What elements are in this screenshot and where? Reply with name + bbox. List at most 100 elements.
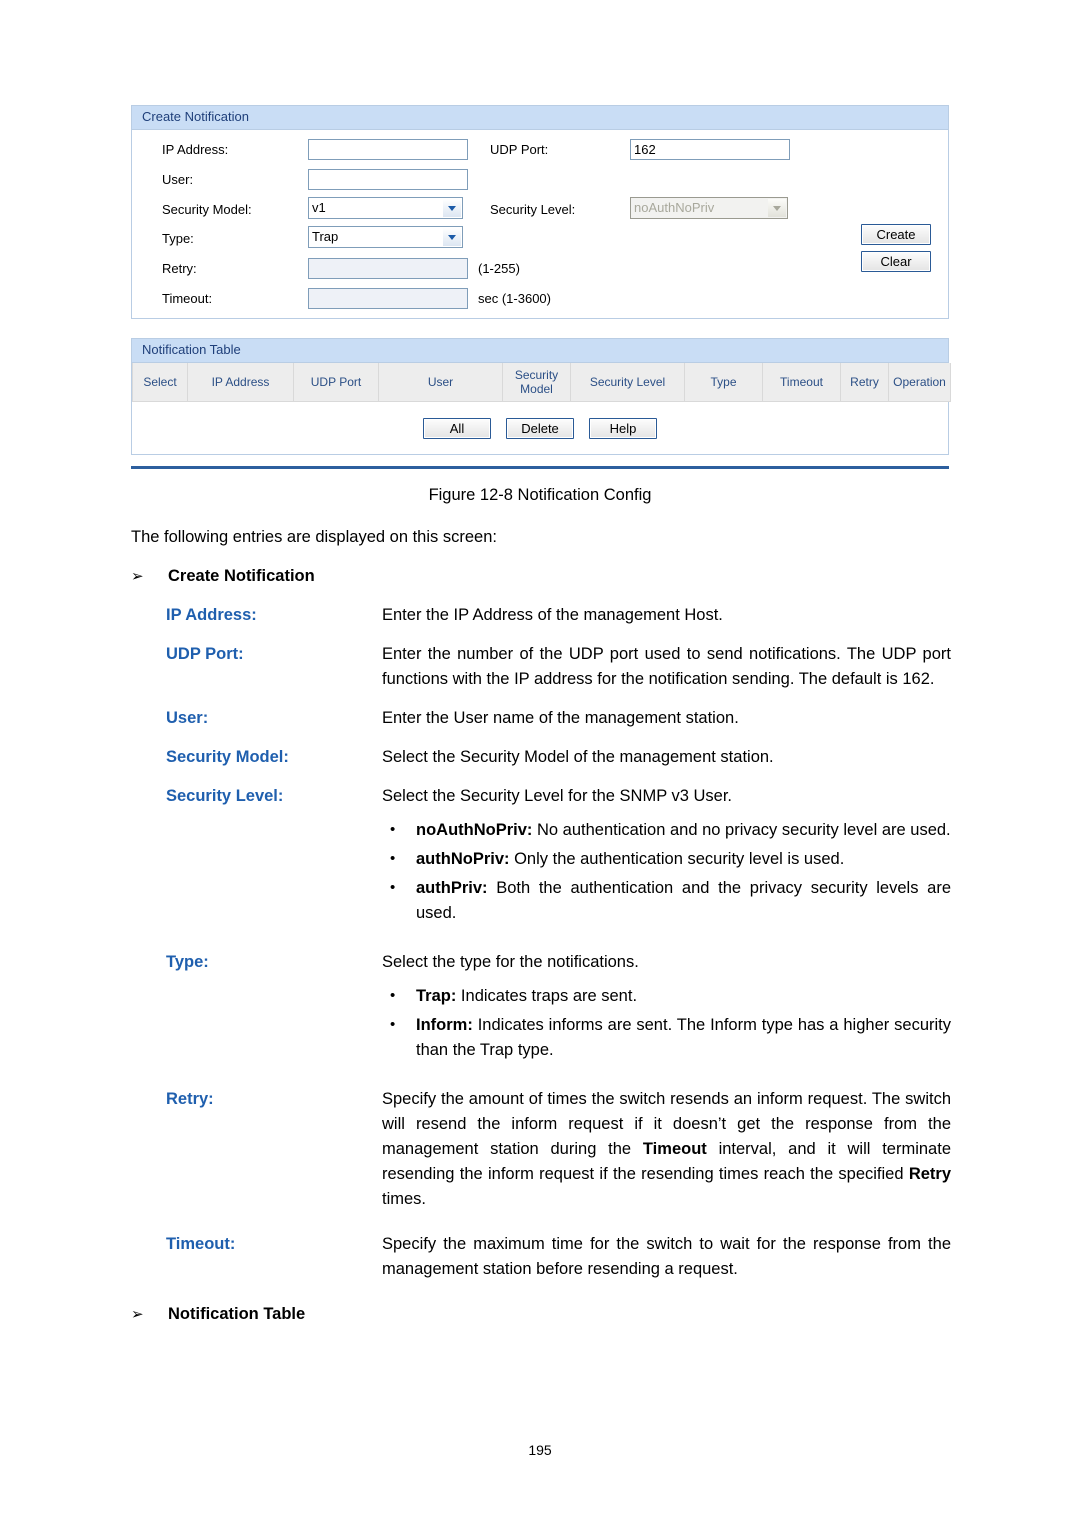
entry-term: Retry:: [166, 1090, 214, 1108]
entry-term: UDP Port:: [166, 645, 244, 663]
list-item: Inform: Indicates informs are sent. The …: [382, 1012, 951, 1063]
entry-description-text: Specify the amount of times the switch r…: [382, 1087, 951, 1212]
entry-description: Specify the maximum time for the switch …: [382, 1232, 951, 1282]
udp-port-label: UDP Port:: [490, 141, 549, 157]
entry-description: Select the Security Model of the managem…: [382, 745, 951, 770]
col-retry: Retry: [840, 363, 889, 402]
security-model-select[interactable]: v1: [308, 197, 463, 219]
bullet-term: authNoPriv:: [416, 850, 510, 868]
ip-address-label: IP Address:: [162, 141, 229, 157]
entry-term: Security Level:: [166, 787, 284, 805]
entry-term: IP Address:: [166, 606, 257, 624]
entry-description: Select the type for the notifications. T…: [382, 950, 951, 1067]
timeout-input-wrap: [308, 287, 468, 309]
entry-ip-address: IP Address: Enter the IP Address of the …: [131, 603, 951, 628]
col-select: Select: [132, 363, 188, 402]
security-level-selected-value: noAuthNoPriv: [634, 200, 715, 215]
entry-udp-port: UDP Port: Enter the number of the UDP po…: [131, 642, 951, 692]
ip-address-input[interactable]: [308, 138, 468, 160]
col-operation: Operation: [888, 363, 951, 402]
entry-retry: Retry: Specify the amount of times the s…: [131, 1087, 951, 1212]
ip-address-input-wrap: [308, 138, 468, 160]
type-select[interactable]: Trap: [308, 226, 463, 248]
udp-port-input-wrap: [630, 138, 790, 160]
retry-input-wrap: [308, 257, 468, 279]
udp-port-input[interactable]: [630, 138, 790, 160]
entry-description-text: Enter the User name of the management st…: [382, 709, 739, 727]
create-button[interactable]: Create: [861, 224, 931, 245]
type-select-wrap: Trap: [308, 226, 463, 248]
entry-security-model: Security Model: Select the Security Mode…: [131, 745, 951, 770]
bullet-text: Indicates traps are sent.: [456, 987, 638, 1005]
bullet-term: noAuthNoPriv:: [416, 821, 533, 839]
retry-input[interactable]: [308, 257, 468, 279]
all-button[interactable]: All: [423, 417, 491, 439]
entry-term: User:: [166, 709, 209, 727]
list-item: authPriv: Both the authentication and th…: [382, 875, 951, 926]
table-action-buttons: All Delete Help: [132, 402, 948, 454]
entry-description: Select the Security Level for the SNMP v…: [382, 784, 951, 930]
bullet-term: Trap:: [416, 987, 457, 1005]
timeout-range-hint: sec (1-3600): [478, 290, 551, 306]
notification-table-header-row: Select IP Address UDP Port User Security…: [132, 363, 951, 402]
entry-timeout: Timeout: Specify the maximum time for th…: [131, 1232, 951, 1282]
security-level-label: Security Level:: [490, 201, 576, 217]
page-number: 195: [528, 1442, 552, 1458]
col-security-model: Security Model: [502, 363, 571, 402]
col-user: User: [378, 363, 503, 402]
entry-description-text: Enter the number of the UDP port used to…: [382, 645, 951, 688]
entry-term: Type:: [166, 953, 209, 971]
type-selected-value: Trap: [312, 229, 339, 244]
entry-description: Specify the amount of times the switch r…: [382, 1087, 951, 1212]
section-heading-create-notification: ➢ Create Notification: [131, 564, 951, 589]
user-input[interactable]: [308, 168, 468, 190]
retry-desc-bold1: Timeout: [642, 1140, 707, 1158]
bullet-text: Both the authentication and the privacy …: [416, 879, 951, 922]
type-row: Type:: [162, 227, 194, 249]
section-heading-label: Notification Table: [168, 1305, 306, 1323]
col-timeout: Timeout: [762, 363, 841, 402]
bullet-term: authPriv:: [416, 879, 488, 897]
security-model-selected-value: v1: [312, 200, 326, 215]
col-type: Type: [684, 363, 763, 402]
security-level-bullet-list: noAuthNoPriv: No authentication and no p…: [382, 817, 951, 926]
col-security-level: Security Level: [570, 363, 685, 402]
entry-description: Enter the IP Address of the management H…: [382, 603, 951, 628]
security-level-select-wrap: noAuthNoPriv: [630, 197, 788, 219]
chevron-down-icon[interactable]: [443, 199, 461, 217]
chevron-down-icon[interactable]: [768, 199, 786, 217]
notification-table-panel-title: Notification Table: [132, 339, 948, 363]
list-item: Trap: Indicates traps are sent.: [382, 983, 951, 1009]
create-notification-form: IP Address: UDP Port: User: Security Mod…: [132, 130, 948, 318]
delete-button[interactable]: Delete: [506, 417, 574, 439]
entry-description-text: Select the Security Model of the managem…: [382, 748, 774, 766]
security-model-select-wrap: v1: [308, 197, 463, 219]
section-heading-label: Create Notification: [168, 567, 315, 585]
arrow-bullet-icon: ➢: [131, 1306, 144, 1323]
timeout-label: Timeout:: [162, 290, 213, 306]
document-body: The following entries are displayed on t…: [131, 525, 951, 1337]
entry-description-text: Select the Security Level for the SNMP v…: [382, 787, 733, 805]
bullet-text: Only the authentication security level i…: [509, 850, 845, 868]
security-level-select[interactable]: noAuthNoPriv: [630, 197, 788, 219]
retry-range-hint: (1-255): [478, 260, 520, 276]
bullet-text: No authentication and no privacy securit…: [532, 821, 951, 839]
udp-port-row: UDP Port:: [490, 138, 548, 160]
entry-user: User: Enter the User name of the managem…: [131, 706, 951, 731]
clear-button[interactable]: Clear: [861, 251, 931, 272]
entry-description-text: Specify the maximum time for the switch …: [382, 1235, 951, 1278]
retry-desc-bold2: Retry: [908, 1165, 951, 1183]
retry-hint-wrap: (1-255): [478, 257, 520, 279]
retry-desc-part3: times.: [382, 1190, 427, 1208]
arrow-bullet-icon: ➢: [131, 568, 144, 585]
help-button[interactable]: Help: [589, 417, 657, 439]
list-item: authNoPriv: Only the authentication secu…: [382, 846, 951, 872]
type-label: Type:: [162, 230, 194, 246]
retry-label: Retry:: [162, 260, 197, 276]
ip-address-row: IP Address:: [162, 138, 228, 160]
timeout-input[interactable]: [308, 287, 468, 309]
chevron-down-icon[interactable]: [443, 228, 461, 246]
entry-description-text: Enter the IP Address of the management H…: [382, 606, 723, 624]
security-model-row: Security Model:: [162, 198, 252, 220]
bullet-text: Indicates informs are sent. The Inform t…: [416, 1016, 951, 1059]
